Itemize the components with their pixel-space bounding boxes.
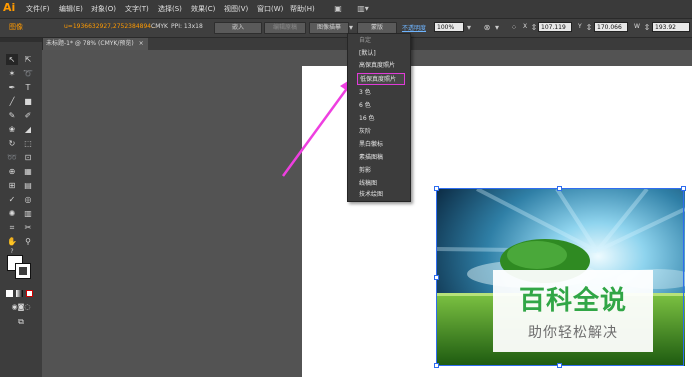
- preset-technical-drawing[interactable]: 技术绘图: [348, 189, 410, 201]
- preset-grayscale[interactable]: 灰阶: [348, 126, 410, 138]
- preset-sketched-art[interactable]: 素描图稿: [348, 152, 410, 164]
- preset-16-colors[interactable]: 16 色: [348, 113, 410, 125]
- dropdown-header: 自定: [359, 37, 372, 44]
- preset-black-white-logo[interactable]: 黑白徽标: [348, 139, 410, 151]
- preset-high-fidelity-photo[interactable]: 高保真度照片: [348, 60, 410, 72]
- trace-preset-dropdown: 自定 [默认] 高保真度照片 低保真度照片 3 色 6 色 16 色 灰阶 黑白…: [347, 33, 411, 202]
- preset-silhouettes[interactable]: 剪影: [348, 165, 410, 177]
- preset-low-fidelity-photo[interactable]: 低保真度照片: [357, 73, 405, 85]
- preset-default[interactable]: [默认]: [348, 48, 410, 60]
- preset-6-colors[interactable]: 6 色: [348, 100, 410, 112]
- preset-3-colors[interactable]: 3 色: [348, 87, 410, 99]
- annotation-arrow: [281, 76, 356, 177]
